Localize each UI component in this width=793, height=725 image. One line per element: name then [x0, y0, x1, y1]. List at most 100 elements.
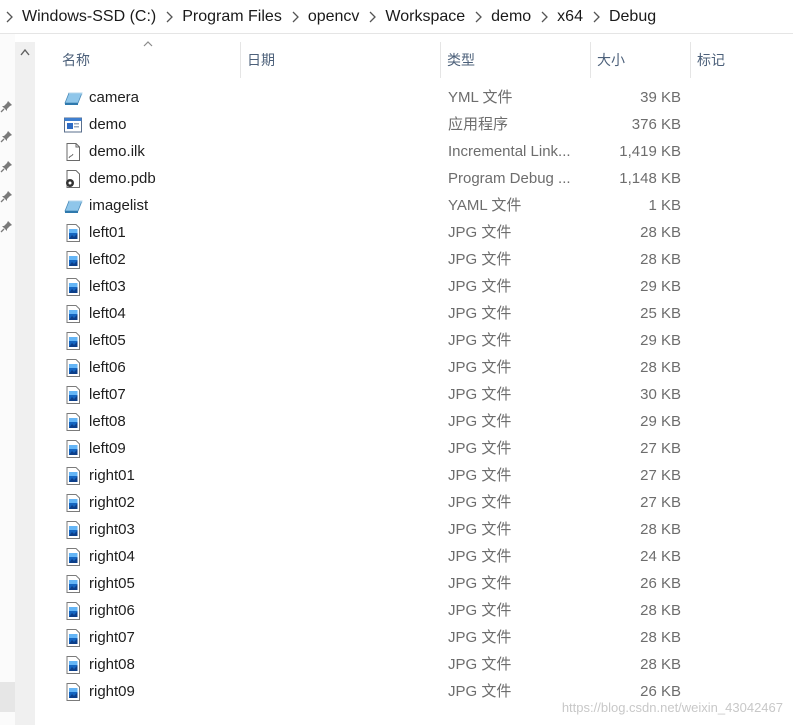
- chevron-right-icon[interactable]: [359, 11, 385, 23]
- column-type-header[interactable]: 类型: [441, 42, 590, 78]
- jpg-image-icon: [63, 493, 83, 513]
- file-row[interactable]: camera YML 文件 39 KB: [36, 84, 793, 111]
- chevron-right-icon[interactable]: [0, 11, 22, 23]
- file-size: 29 KB: [640, 278, 681, 295]
- file-name: left08: [89, 413, 126, 430]
- breadcrumb-program-files[interactable]: Program Files: [182, 8, 282, 26]
- file-name: left05: [89, 332, 126, 349]
- file-row[interactable]: right06 JPG 文件 28 KB: [36, 597, 793, 624]
- file-row[interactable]: right01 JPG 文件 27 KB: [36, 462, 793, 489]
- chevron-right-icon[interactable]: [465, 11, 491, 23]
- file-size: 1,148 KB: [619, 170, 681, 187]
- file-name: imagelist: [89, 197, 149, 214]
- file-type: JPG 文件: [448, 521, 512, 538]
- breadcrumb-drive[interactable]: Windows-SSD (C:): [22, 8, 156, 26]
- breadcrumb-workspace[interactable]: Workspace: [385, 8, 465, 26]
- file-row[interactable]: right03 JPG 文件 28 KB: [36, 516, 793, 543]
- file-name: right06: [89, 602, 135, 619]
- file-type: JPG 文件: [448, 305, 512, 322]
- breadcrumb-demo[interactable]: demo: [491, 8, 531, 26]
- address-breadcrumb: Windows-SSD (C:) Program Files opencv Wo…: [0, 0, 793, 34]
- file-size: 26 KB: [640, 575, 681, 592]
- file-list: camera YML 文件 39 KB demo 应用程序 376 KB demo.ilk I…: [36, 84, 793, 705]
- chevron-right-icon[interactable]: [531, 11, 557, 23]
- file-type: JPG 文件: [448, 440, 512, 457]
- file-type: 应用程序: [448, 116, 509, 133]
- file-name: left03: [89, 278, 126, 295]
- file-row[interactable]: right08 JPG 文件 28 KB: [36, 651, 793, 678]
- file-type: JPG 文件: [448, 656, 512, 673]
- file-size: 27 KB: [640, 494, 681, 511]
- chevron-right-icon[interactable]: [583, 11, 609, 23]
- breadcrumb-debug[interactable]: Debug: [609, 8, 656, 26]
- file-row[interactable]: left05 JPG 文件 29 KB: [36, 327, 793, 354]
- file-row[interactable]: right02 JPG 文件 27 KB: [36, 489, 793, 516]
- pdb-file-icon: [63, 169, 83, 189]
- chevron-right-icon[interactable]: [282, 11, 308, 23]
- file-type: JPG 文件: [448, 548, 512, 565]
- file-row[interactable]: demo 应用程序 376 KB: [36, 111, 793, 138]
- breadcrumb-opencv[interactable]: opencv: [308, 8, 360, 26]
- breadcrumb-x64[interactable]: x64: [557, 8, 583, 26]
- file-row[interactable]: imagelist YAML 文件 1 KB: [36, 192, 793, 219]
- file-type: JPG 文件: [448, 602, 512, 619]
- file-row[interactable]: right05 JPG 文件 26 KB: [36, 570, 793, 597]
- file-size: 24 KB: [640, 548, 681, 565]
- file-row[interactable]: left08 JPG 文件 29 KB: [36, 408, 793, 435]
- file-size: 27 KB: [640, 440, 681, 457]
- file-type: YML 文件: [448, 89, 513, 106]
- file-name: right05: [89, 575, 135, 592]
- nav-scrollbar[interactable]: [15, 42, 35, 725]
- jpg-image-icon: [63, 250, 83, 270]
- file-size: 28 KB: [640, 629, 681, 646]
- file-size: 27 KB: [640, 467, 681, 484]
- column-date-header[interactable]: 日期: [241, 42, 439, 78]
- file-row[interactable]: demo.pdb Program Debug ... 1,148 KB: [36, 165, 793, 192]
- file-name: camera: [89, 89, 140, 106]
- file-name: right02: [89, 494, 135, 511]
- file-name: left09: [89, 440, 126, 457]
- chevron-right-icon[interactable]: [156, 11, 182, 23]
- file-row[interactable]: right07 JPG 文件 28 KB: [36, 624, 793, 651]
- file-size: 29 KB: [640, 413, 681, 430]
- file-row[interactable]: left07 JPG 文件 30 KB: [36, 381, 793, 408]
- jpg-image-icon: [63, 385, 83, 405]
- file-row[interactable]: left09 JPG 文件 27 KB: [36, 435, 793, 462]
- file-type: JPG 文件: [448, 494, 512, 511]
- column-tags-label: 标记: [697, 52, 725, 68]
- ilk-file-icon: [63, 142, 83, 162]
- file-size: 376 KB: [631, 116, 681, 133]
- file-name: right04: [89, 548, 135, 565]
- pin-icon[interactable]: [0, 220, 13, 233]
- file-size: 28 KB: [640, 521, 681, 538]
- pin-icon[interactable]: [0, 190, 13, 203]
- pin-icon[interactable]: [0, 130, 13, 143]
- scroll-up-icon[interactable]: [15, 42, 35, 62]
- column-size-label: 大小: [597, 52, 625, 68]
- nav-scroll-thumb[interactable]: [0, 682, 15, 712]
- jpg-image-icon: [63, 520, 83, 540]
- file-row[interactable]: left06 JPG 文件 28 KB: [36, 354, 793, 381]
- column-tags-header[interactable]: 标记: [691, 42, 791, 78]
- jpg-image-icon: [63, 223, 83, 243]
- jpg-image-icon: [63, 574, 83, 594]
- file-row[interactable]: right04 JPG 文件 24 KB: [36, 543, 793, 570]
- jpg-image-icon: [63, 628, 83, 648]
- file-row[interactable]: left01 JPG 文件 28 KB: [36, 219, 793, 246]
- jpg-image-icon: [63, 655, 83, 675]
- file-row[interactable]: demo.ilk Incremental Link... 1,419 KB: [36, 138, 793, 165]
- file-row[interactable]: left03 JPG 文件 29 KB: [36, 273, 793, 300]
- column-header: 名称 日期 类型 大小 标记: [36, 41, 793, 78]
- file-name: left07: [89, 386, 126, 403]
- file-name: demo: [89, 116, 127, 133]
- yaml-file-icon: [63, 196, 83, 216]
- pin-icon[interactable]: [0, 160, 13, 173]
- file-row[interactable]: left02 JPG 文件 28 KB: [36, 246, 793, 273]
- file-name: left02: [89, 251, 126, 268]
- file-type: JPG 文件: [448, 332, 512, 349]
- file-size: 25 KB: [640, 305, 681, 322]
- pin-icon[interactable]: [0, 100, 13, 113]
- file-row[interactable]: left04 JPG 文件 25 KB: [36, 300, 793, 327]
- column-size-header[interactable]: 大小: [591, 42, 690, 78]
- column-name-header[interactable]: 名称: [56, 42, 240, 78]
